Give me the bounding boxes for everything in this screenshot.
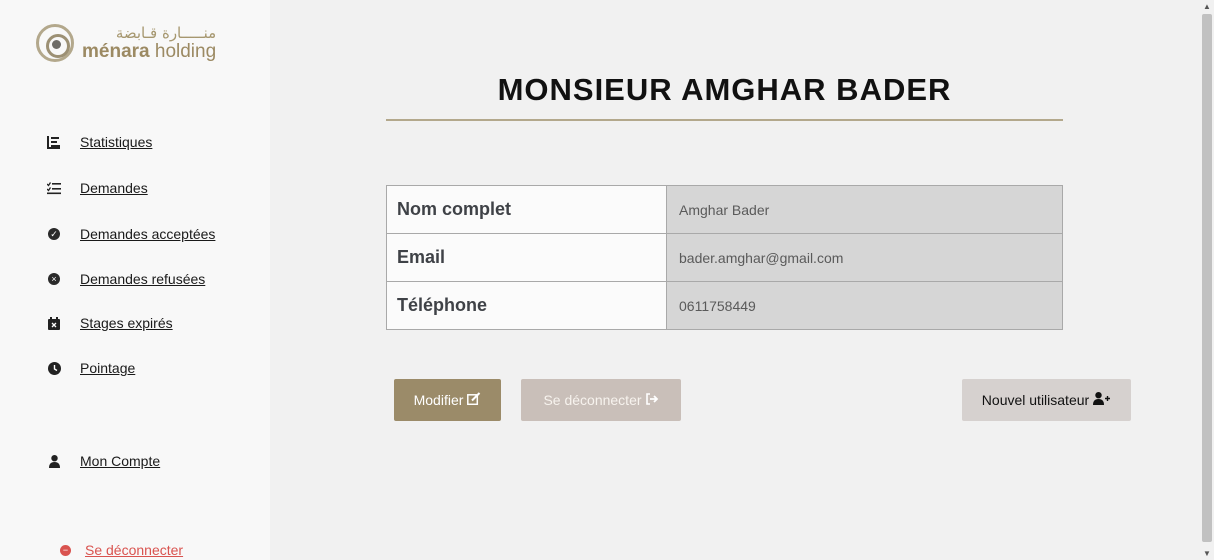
logo-name-bold: ménara [82, 40, 150, 62]
sidebar: منـــــارة قـابضة ménara holding Statist… [0, 0, 270, 560]
scrollbar-thumb[interactable] [1202, 14, 1212, 542]
new-user-button[interactable]: Nouvel utilisateur [962, 379, 1131, 421]
page-title: MONSIEUR AMGHAR BADER [497, 72, 952, 107]
sidebar-item-label: Demandes refusées [80, 271, 206, 287]
logout-button[interactable]: Se déconnecter [521, 379, 681, 421]
sidebar-item-stages-expires[interactable]: Stages expirés [46, 315, 173, 331]
list-icon [46, 134, 62, 150]
profile-key-name: Nom complet [386, 185, 667, 234]
tasks-icon [46, 180, 62, 196]
profile-value-phone: 0611758449 [666, 281, 1063, 330]
check-circle-icon: ✓ [46, 226, 62, 242]
user-plus-icon [1093, 392, 1111, 408]
logo-latin-text: ménara holding [82, 42, 216, 61]
profile-key-phone: Téléphone [386, 281, 667, 330]
scroll-down-icon[interactable]: ▼ [1203, 549, 1211, 558]
logout-button-label: Se déconnecter [543, 392, 642, 408]
scroll-up-icon[interactable]: ▲ [1203, 2, 1211, 11]
user-icon [46, 453, 62, 469]
sidebar-item-demandes[interactable]: Demandes [46, 180, 148, 196]
edit-icon [467, 392, 481, 408]
sidebar-item-label: Statistiques [80, 134, 153, 150]
title-divider [386, 119, 1063, 121]
logo-icon [36, 24, 74, 62]
modifier-button-label: Modifier [413, 392, 464, 408]
sign-out-icon [645, 392, 659, 408]
sidebar-logout-label: Se déconnecter [85, 542, 184, 558]
sidebar-item-demandes-acceptees[interactable]: ✓ Demandes acceptées [46, 226, 215, 242]
sidebar-item-demandes-refusees[interactable]: × Demandes refusées [46, 271, 205, 287]
times-circle-icon: × [46, 271, 62, 287]
company-logo[interactable]: منـــــارة قـابضة ménara holding [36, 24, 216, 62]
clock-icon [46, 360, 62, 376]
logo-text: منـــــارة قـابضة ménara holding [82, 23, 217, 61]
sidebar-item-label: Stages expirés [80, 315, 173, 331]
modifier-button[interactable]: Modifier [394, 379, 501, 421]
logo-name-rest: holding [149, 40, 217, 62]
profile-value-email: bader.amghar@gmail.com [666, 233, 1063, 282]
scrollbar[interactable]: ▲ ▼ [1200, 0, 1214, 560]
profile-value-name: Amghar Bader [666, 185, 1063, 234]
sidebar-item-label: Demandes [80, 180, 148, 196]
sidebar-item-pointage[interactable]: Pointage [46, 360, 135, 376]
profile-key-email: Email [386, 233, 667, 282]
sidebar-item-label: Mon Compte [80, 453, 161, 469]
new-user-button-label: Nouvel utilisateur [981, 392, 1090, 408]
sidebar-item-label: Demandes acceptées [80, 226, 216, 242]
sidebar-item-statistiques[interactable]: Statistiques [46, 134, 152, 150]
table-row: Email bader.amghar@gmail.com [386, 233, 1063, 282]
logout-circle-icon: − [60, 544, 71, 556]
sidebar-item-mon-compte[interactable]: Mon Compte [46, 453, 160, 469]
calendar-x-icon [46, 315, 62, 331]
sidebar-logout-link[interactable]: − Se déconnecter [60, 542, 183, 558]
sidebar-item-label: Pointage [80, 360, 136, 376]
table-row: Nom complet Amghar Bader [386, 185, 1063, 234]
table-row: Téléphone 0611758449 [386, 281, 1063, 330]
logo-arabic-text: منـــــارة قـابضة [115, 23, 217, 42]
profile-table: Nom complet Amghar Bader Email bader.amg… [386, 185, 1063, 330]
